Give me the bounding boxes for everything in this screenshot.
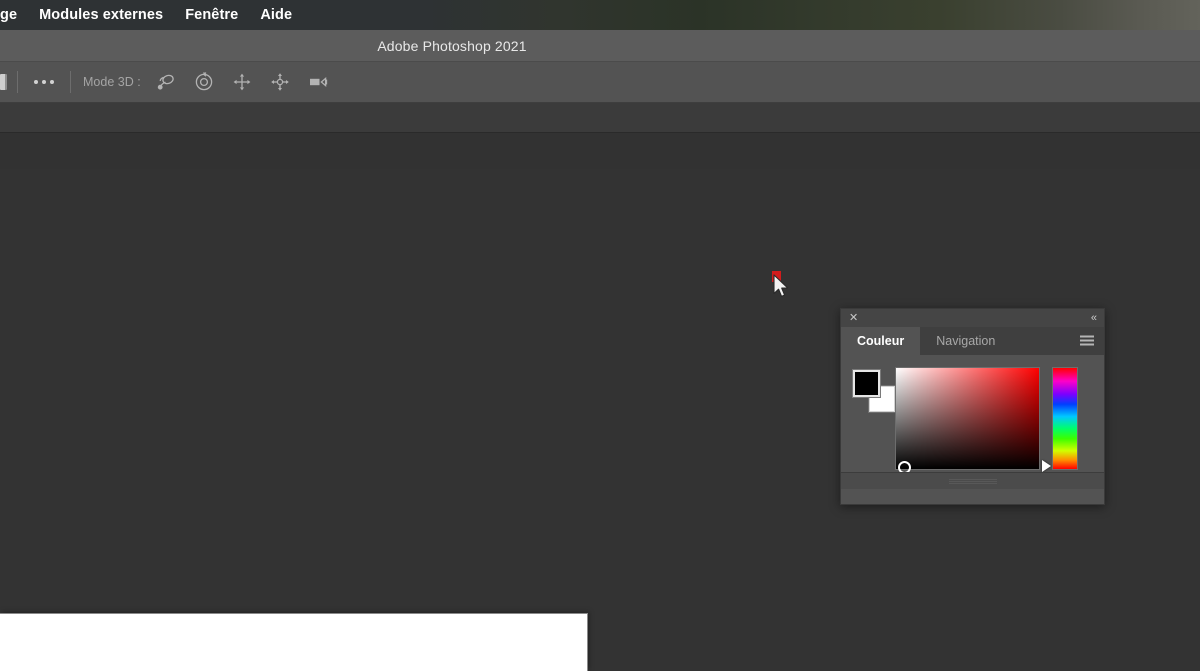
tab-navigation[interactable]: Navigation — [920, 327, 1011, 355]
options-overflow-button[interactable] — [34, 80, 54, 84]
close-icon[interactable]: ✕ — [849, 312, 858, 324]
macos-menu-bar: ge Modules externes Fenêtre Aide — [0, 0, 1200, 30]
color-swatches — [853, 370, 898, 414]
resize-grip-icon — [948, 478, 997, 484]
foreground-color-swatch[interactable] — [853, 370, 880, 397]
menu-plugins[interactable]: Modules externes — [28, 0, 174, 30]
document-canvas[interactable] — [0, 614, 587, 671]
hue-slider-thumb[interactable] — [1042, 460, 1051, 472]
menu-image-clipped[interactable]: ge — [0, 0, 28, 30]
app-title: Adobe Photoshop 2021 — [377, 37, 527, 54]
mode-3d-tool-group — [155, 71, 329, 93]
orbit-3d-icon[interactable] — [155, 71, 177, 93]
photoshop-window: ge Modules externes Fenêtre Aide Adobe P… — [0, 0, 1200, 671]
options-separator — [17, 71, 18, 93]
hue-slider[interactable] — [1042, 368, 1077, 472]
tool-preset-icon[interactable] — [0, 74, 7, 90]
collapse-panel-icon[interactable]: « — [1091, 312, 1097, 324]
slide-3d-icon[interactable] — [269, 71, 291, 93]
pan-3d-icon[interactable] — [231, 71, 253, 93]
panel-tab-strip: Couleur Navigation — [841, 327, 1104, 355]
color-panel: ✕ « Couleur Navigation — [840, 308, 1105, 505]
hamburger-icon[interactable] — [1080, 335, 1094, 347]
menu-window[interactable]: Fenêtre — [174, 0, 249, 30]
scale-camera-3d-icon[interactable] — [307, 71, 329, 93]
tab-couleur[interactable]: Couleur — [841, 327, 921, 355]
menu-help[interactable]: Aide — [249, 0, 303, 30]
color-spectrum-field[interactable] — [896, 368, 1039, 474]
roll-3d-icon[interactable] — [193, 71, 215, 93]
tool-options-bar: Mode 3D : — [0, 62, 1200, 103]
panel-resize-footer[interactable] — [841, 472, 1104, 489]
color-panel-body — [841, 355, 1104, 489]
panel-title-bar: ✕ « — [841, 309, 1104, 327]
options-separator — [70, 71, 71, 93]
app-title-bar: Adobe Photoshop 2021 — [0, 30, 1200, 62]
ruler-gap — [0, 103, 1200, 133]
mode-3d-label: Mode 3D : — [83, 75, 141, 89]
